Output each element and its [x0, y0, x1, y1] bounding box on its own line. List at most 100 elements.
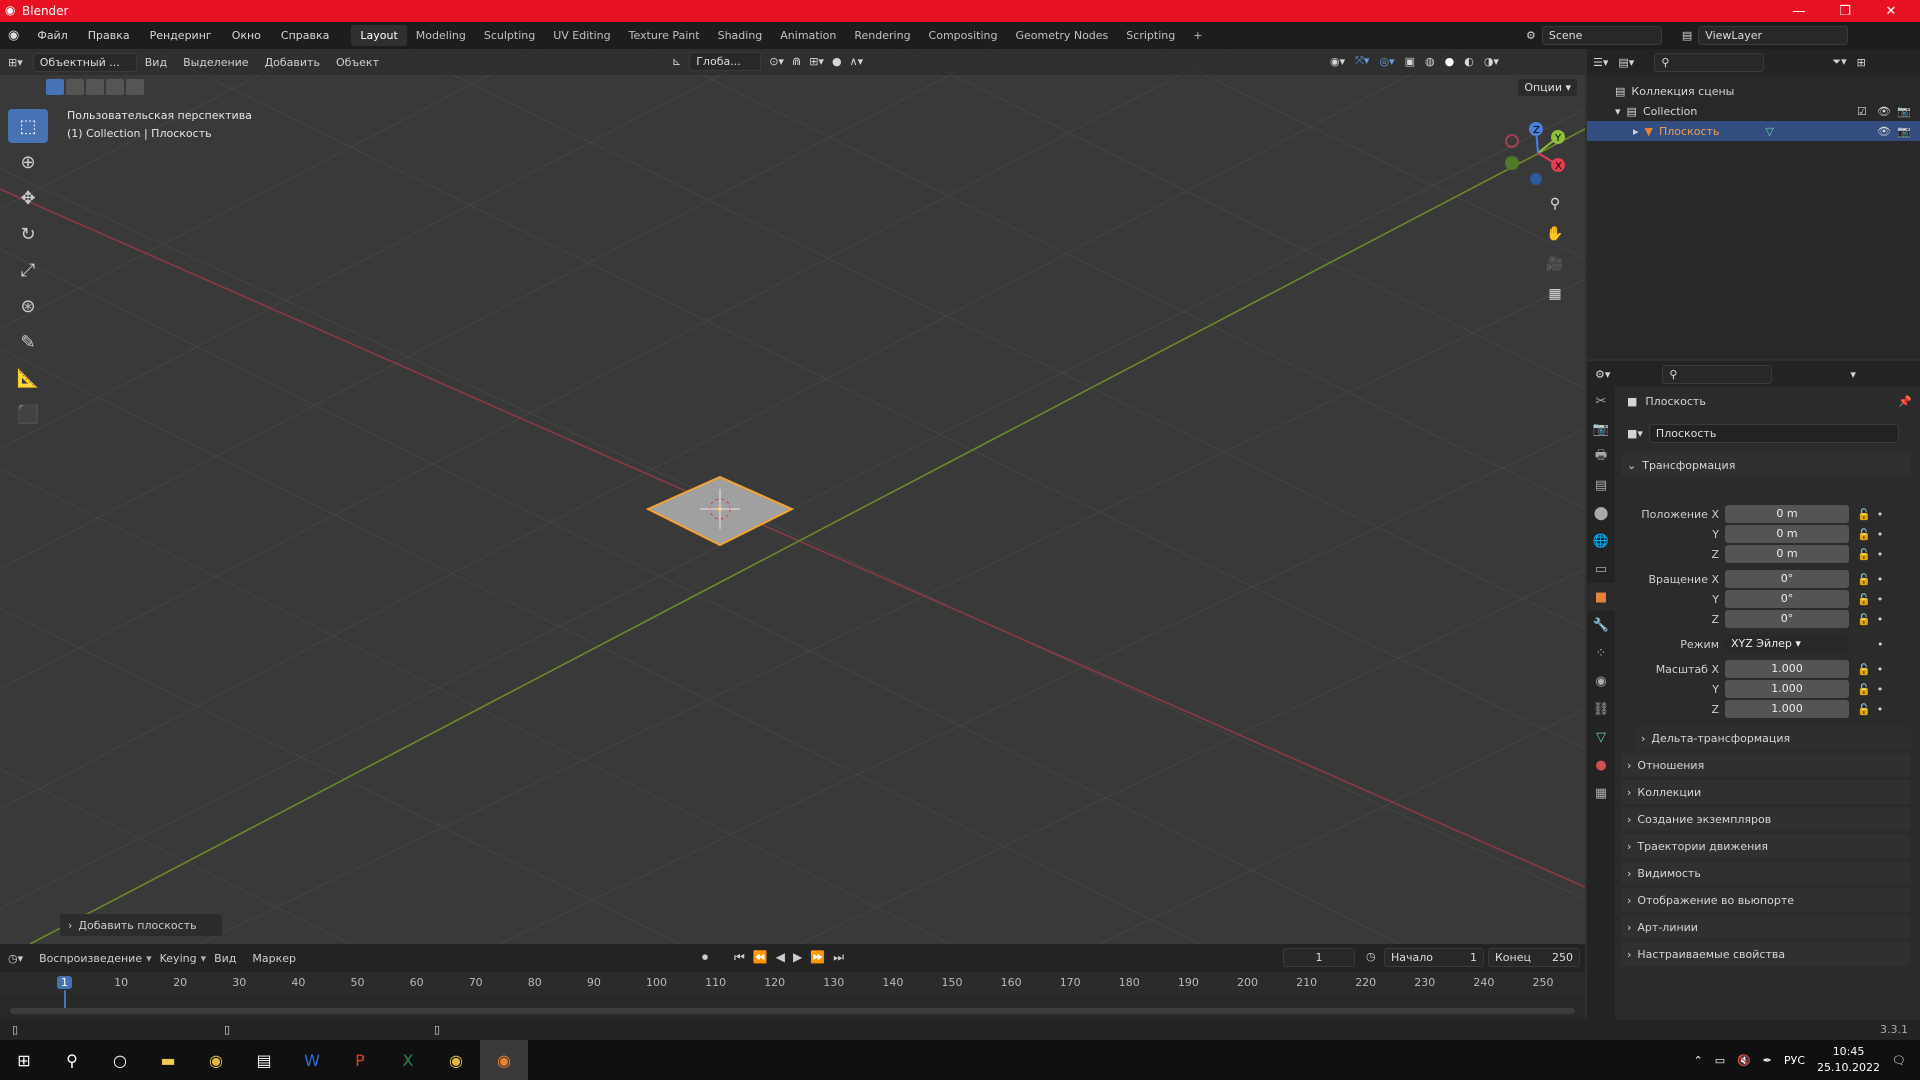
menu-window[interactable]: Окно	[222, 29, 271, 42]
material-shading-icon[interactable]: ◐	[1464, 55, 1474, 68]
scale-z-field[interactable]: 1.000	[1725, 700, 1849, 718]
preview-range-icon[interactable]: ◷	[1366, 950, 1376, 963]
menu-select[interactable]: Выделение	[175, 56, 257, 69]
section-instancing[interactable]: › Создание экземпляров	[1621, 807, 1911, 831]
language-indicator[interactable]: РУС	[1784, 1054, 1805, 1067]
tab-scripting[interactable]: Scripting	[1117, 25, 1184, 46]
search-icon[interactable]: ⚲	[48, 1040, 96, 1080]
file-explorer-icon[interactable]: ▬	[144, 1040, 192, 1080]
visibility-filter-icon[interactable]: ◉▾	[1330, 55, 1345, 68]
timeline-editor-type-icon[interactable]: ◷▾	[0, 952, 31, 965]
location-z-field[interactable]: 0 m	[1725, 545, 1849, 563]
tab-geometry-nodes[interactable]: Geometry Nodes	[1007, 25, 1118, 46]
delta-transform-header[interactable]: › Дельта-трансформация	[1635, 726, 1911, 750]
properties-search-input[interactable]: ⚲	[1662, 364, 1773, 384]
xray-icon[interactable]: ▣	[1405, 55, 1415, 68]
tab-compositing[interactable]: Compositing	[920, 25, 1007, 46]
section-line-art[interactable]: › Арт-линии	[1621, 915, 1911, 939]
scene-selector[interactable]: Scene	[1541, 26, 1662, 45]
chrome-profile-icon[interactable]: ◉	[432, 1040, 480, 1080]
constraints-tab-icon[interactable]: ⛓	[1587, 695, 1615, 723]
menu-render[interactable]: Рендеринг	[140, 29, 222, 42]
menu-marker[interactable]: Маркер	[244, 952, 304, 965]
tab-texture-paint[interactable]: Texture Paint	[620, 25, 709, 46]
section-collections[interactable]: › Коллекции	[1621, 780, 1911, 804]
section-motion-paths[interactable]: › Траектории движения	[1621, 834, 1911, 858]
tab-rendering[interactable]: Rendering	[845, 25, 919, 46]
editor-type-icon[interactable]: ⊞▾	[0, 56, 31, 69]
lock-icon[interactable]: 🔓	[1857, 663, 1871, 676]
view-layer-selector[interactable]: ViewLayer	[1698, 26, 1849, 45]
gizmo-icon[interactable]: ⤧▾	[1355, 54, 1369, 68]
lock-icon[interactable]: 🔓	[1857, 613, 1871, 626]
new-collection-icon[interactable]: ⊞	[1857, 56, 1866, 69]
move-tool-icon[interactable]: ✥	[8, 181, 48, 215]
exclude-checkbox[interactable]: ☑	[1857, 105, 1867, 118]
powerpoint-icon[interactable]: P	[336, 1040, 384, 1080]
pin-icon[interactable]: 📌	[1898, 395, 1912, 408]
falloff-icon[interactable]: ∧▾	[850, 55, 864, 68]
lock-icon[interactable]: 🔓	[1857, 683, 1871, 696]
tab-layout[interactable]: Layout	[351, 25, 407, 46]
particles-tab-icon[interactable]: ⁘	[1587, 639, 1615, 667]
snap-target-icon[interactable]: ⊞▾	[809, 55, 824, 68]
menu-add[interactable]: Добавить	[257, 56, 328, 69]
tab-shading[interactable]: Shading	[709, 25, 772, 46]
jump-end-icon[interactable]: ⏭	[833, 950, 844, 965]
render-tab-icon[interactable]: 📷	[1587, 415, 1615, 443]
lock-icon[interactable]: 🔓	[1857, 593, 1871, 606]
scale-y-field[interactable]: 1.000	[1725, 680, 1849, 698]
menu-keying[interactable]: Keying	[152, 952, 205, 965]
render-camera-icon[interactable]: 📷	[1897, 105, 1911, 118]
maximize-button[interactable]: ❐	[1822, 0, 1868, 22]
tab-animation[interactable]: Animation	[771, 25, 845, 46]
3d-viewport[interactable]: ⊞▾ Объектный ... Вид Выделение Добавить …	[0, 49, 1585, 944]
filter-icon[interactable]: ⏷▾	[1832, 55, 1846, 69]
scale-tool-icon[interactable]: ⤢	[8, 253, 48, 287]
object-name-field[interactable]: Плоскость	[1648, 423, 1899, 443]
location-x-field[interactable]: 0 m	[1725, 505, 1849, 523]
transform-orientation-selector[interactable]: Глоба...	[689, 52, 762, 71]
play-icon[interactable]: ▶	[793, 950, 802, 965]
wireframe-shading-icon[interactable]: ◍	[1425, 55, 1435, 68]
plane-camera-icon[interactable]: 📷	[1897, 125, 1911, 138]
plane-eye-icon[interactable]: 👁	[1877, 125, 1891, 138]
scene-tab-icon[interactable]: ⬤	[1587, 499, 1615, 527]
tab-uv-editing[interactable]: UV Editing	[544, 25, 619, 46]
outliner-search-input[interactable]: ⚲	[1654, 52, 1765, 72]
measure-tool-icon[interactable]: 📐	[8, 361, 48, 395]
menu-help[interactable]: Справка	[271, 29, 339, 42]
rotation-z-field[interactable]: 0°	[1725, 610, 1849, 628]
world-tab-icon[interactable]: 🌐	[1587, 527, 1615, 555]
pen-icon[interactable]: ✒	[1763, 1054, 1772, 1067]
object-tab-icon[interactable]: ■	[1587, 583, 1615, 611]
transform-tool-icon[interactable]: ⊛	[8, 289, 48, 323]
blender-taskbar-icon[interactable]: ◉	[480, 1040, 528, 1080]
tab-sculpting[interactable]: Sculpting	[475, 25, 544, 46]
ortho-grid-icon[interactable]: ▦	[1542, 281, 1568, 307]
select-new-icon[interactable]	[46, 79, 64, 95]
collapse-icon[interactable]: ▾	[1615, 105, 1621, 118]
view-layer-icon[interactable]: ▤	[1682, 29, 1692, 42]
lock-icon[interactable]: 🔓	[1857, 573, 1871, 586]
select-subtract-icon[interactable]	[86, 79, 104, 95]
mode-selector[interactable]: Объектный ...	[32, 52, 137, 72]
menu-object[interactable]: Объект	[328, 56, 387, 69]
rotate-tool-icon[interactable]: ↻	[8, 217, 48, 251]
add-cube-tool-icon[interactable]: ⬛	[8, 397, 48, 431]
modifier-tab-icon[interactable]: 🔧	[1587, 611, 1615, 639]
rotation-y-field[interactable]: 0°	[1725, 590, 1849, 608]
tree-row-plane[interactable]: ▸ ▼ Плоскость ▽ 👁 📷	[1587, 121, 1920, 141]
jump-start-icon[interactable]: ⏮	[734, 950, 745, 965]
last-operator-panel[interactable]: › Добавить плоскость	[60, 914, 222, 936]
play-reverse-icon[interactable]: ◀	[776, 950, 785, 965]
hide-eye-icon[interactable]: 👁	[1877, 105, 1891, 118]
select-extend-icon[interactable]	[66, 79, 84, 95]
snap-icon[interactable]: ⋒	[792, 55, 801, 68]
view-layer-tab-icon[interactable]: ▤	[1587, 471, 1615, 499]
cortana-icon[interactable]: ○	[96, 1040, 144, 1080]
menu-file[interactable]: Файл	[27, 29, 77, 42]
tree-row-scene-collection[interactable]: ▤ Коллекция сцены	[1587, 81, 1920, 101]
network-icon[interactable]: ▭	[1715, 1054, 1725, 1067]
menu-edit[interactable]: Правка	[78, 29, 140, 42]
